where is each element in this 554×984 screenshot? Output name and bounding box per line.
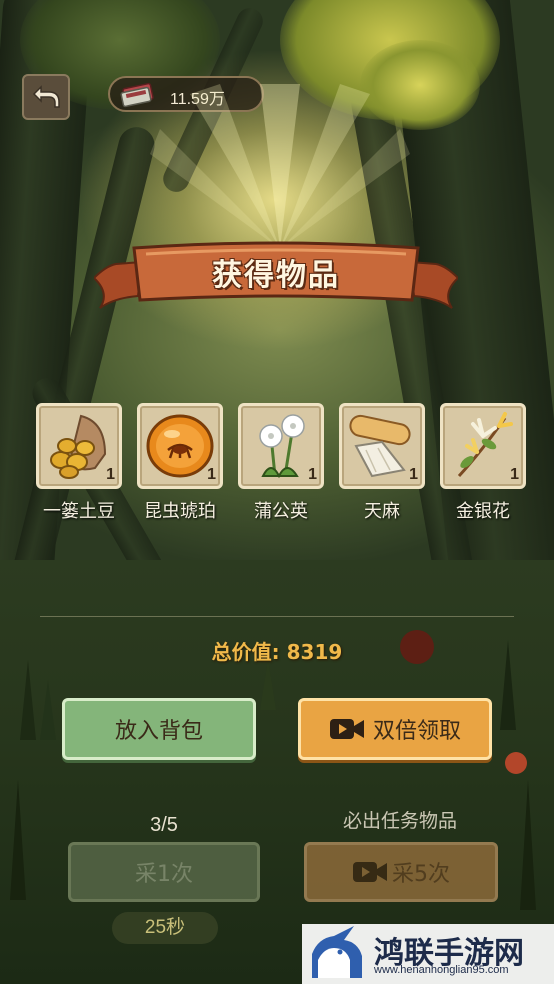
item-slot: 1 xyxy=(238,403,324,489)
reward-item-gastrodia[interactable]: 1 天麻 xyxy=(339,403,425,523)
gather-progress: 3/5 xyxy=(150,814,178,836)
item-name: 蒲公英 xyxy=(254,501,308,522)
back-button[interactable] xyxy=(22,74,70,120)
item-name: 金银花 xyxy=(456,501,510,522)
cooldown-timer: 25秒 xyxy=(112,912,218,944)
put-in-bag-label: 放入背包 xyxy=(114,719,203,744)
total-label: 总价值: xyxy=(211,640,280,664)
watermark-url: www.henanhonglian95.com xyxy=(374,964,509,976)
total-value: 总价值: 8319 xyxy=(0,636,554,665)
reward-banner: 获得物品 xyxy=(94,238,458,316)
must-drop-label: 必出任务物品 xyxy=(342,810,457,832)
put-in-bag-button[interactable]: 放入背包 xyxy=(62,698,256,760)
unicorn-logo-icon xyxy=(312,926,362,978)
gather-once-label: 采1次 xyxy=(135,862,193,887)
item-quantity: 1 xyxy=(409,466,418,483)
double-claim-label: 双倍领取 xyxy=(372,719,461,744)
item-slot: 1 xyxy=(36,403,122,489)
gather-five-label: 采5次 xyxy=(392,862,450,887)
item-name: 一篓土豆 xyxy=(43,501,115,522)
double-claim-button[interactable]: 双倍领取 xyxy=(298,698,492,760)
item-slot: 1 xyxy=(339,403,425,489)
item-quantity: 1 xyxy=(106,466,115,483)
reward-item-honeysuckle[interactable]: 1 金银花 xyxy=(440,403,526,523)
gather-once-button[interactable]: 采1次 xyxy=(68,842,260,902)
item-slot: 1 xyxy=(137,403,223,489)
gather-five-button[interactable]: 采5次 xyxy=(304,842,498,902)
total-amount: 8319 xyxy=(286,640,343,664)
item-name: 天麻 xyxy=(364,501,400,522)
item-quantity: 1 xyxy=(308,466,317,483)
item-quantity: 1 xyxy=(207,466,216,483)
banner-title: 获得物品 xyxy=(212,258,340,293)
back-arrow-icon xyxy=(32,85,60,108)
site-watermark: 鸿联手游网 www.henanhonglian95.com xyxy=(302,924,554,984)
reward-item-dandelion[interactable]: 1 蒲公英 xyxy=(238,403,324,523)
item-slot: 1 xyxy=(440,403,526,489)
video-camera-icon xyxy=(353,862,387,882)
reward-item-potato[interactable]: 1 一篓土豆 xyxy=(36,403,122,523)
divider xyxy=(40,616,514,617)
video-camera-icon xyxy=(329,719,364,739)
item-quantity: 1 xyxy=(510,466,519,483)
reward-item-amber[interactable]: 1 昆虫琥珀 xyxy=(137,403,223,523)
item-name: 昆虫琥珀 xyxy=(144,501,216,522)
light-rays xyxy=(150,84,410,249)
